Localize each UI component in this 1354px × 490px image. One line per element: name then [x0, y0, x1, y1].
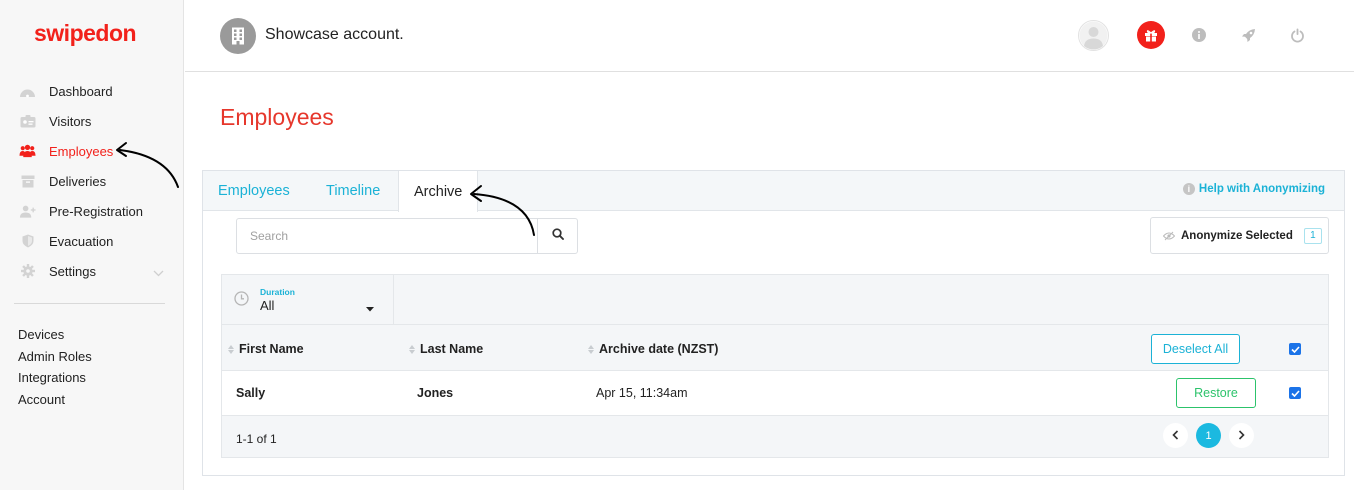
building-icon	[220, 18, 256, 54]
result-count: 1-1 of 1	[236, 432, 277, 446]
sort-icon	[228, 344, 234, 354]
sidebar-item-label: Settings	[49, 263, 96, 279]
employees-panel: Employees Timeline Archive i Help with A…	[202, 170, 1345, 476]
settings-icon	[19, 264, 36, 278]
cell-last-name: Jones	[417, 386, 454, 400]
sort-icon	[409, 344, 415, 354]
help-anonymizing-link[interactable]: i Help with Anonymizing	[1182, 183, 1325, 195]
deliveries-icon	[19, 174, 36, 188]
column-first-name-label: First Name	[239, 342, 304, 356]
sort-icon	[588, 344, 594, 354]
table-footer: 1-1 of 1 1	[222, 416, 1328, 457]
chevron-down-icon[interactable]	[153, 265, 164, 280]
caret-down-icon	[366, 299, 374, 317]
clock-icon	[234, 291, 249, 311]
column-first-name[interactable]: First Name	[228, 342, 304, 356]
tab-archive[interactable]: Archive	[398, 171, 479, 212]
sidebar-divider	[14, 303, 165, 304]
anonymize-selected-button[interactable]: Anonymize Selected 1	[1150, 217, 1329, 254]
pre-registration-icon	[19, 204, 36, 218]
page-title: Employees	[220, 104, 334, 130]
search-input[interactable]	[236, 218, 538, 254]
sidebar-item-pre-registration[interactable]: Pre-Registration	[0, 196, 184, 226]
row-checkbox[interactable]	[1289, 387, 1301, 399]
visitors-icon	[19, 114, 36, 128]
column-last-name-label: Last Name	[420, 342, 484, 356]
tab-employees[interactable]: Employees	[218, 171, 290, 211]
restore-button[interactable]: Restore	[1176, 378, 1256, 408]
info-icon[interactable]	[1192, 28, 1206, 42]
swipedon-logo[interactable]: swipedon	[34, 20, 137, 47]
account-name[interactable]: Showcase account.	[265, 26, 404, 44]
sidebar-item-dashboard[interactable]: Dashboard	[0, 76, 184, 106]
sidebar-item-label: Pre-Registration	[49, 203, 143, 219]
employees-icon	[19, 144, 36, 158]
sidebar-item-visitors[interactable]: Visitors	[0, 106, 184, 136]
search-icon	[551, 227, 564, 245]
info-icon: i	[1182, 183, 1195, 195]
tab-timeline[interactable]: Timeline	[326, 171, 380, 211]
sidebar-item-admin-roles[interactable]: Admin Roles	[18, 346, 92, 368]
rocket-icon[interactable]	[1240, 27, 1256, 43]
next-page-button[interactable]	[1229, 423, 1254, 448]
table-header-row: First Name Last Name Archive date (NZST)…	[222, 324, 1328, 371]
page-button-current[interactable]: 1	[1196, 423, 1221, 448]
cell-archive-date: Apr 15, 11:34am	[596, 386, 688, 400]
sidebar-item-settings[interactable]: Settings	[0, 256, 184, 286]
column-last-name[interactable]: Last Name	[409, 342, 483, 356]
sidebar-item-label: Employees	[49, 143, 114, 159]
help-anonymizing-label: Help with Anonymizing	[1198, 183, 1325, 195]
eye-slash-icon	[1163, 231, 1175, 241]
column-archive-date[interactable]: Archive date (NZST)	[588, 342, 718, 356]
sidebar-item-deliveries[interactable]: Deliveries	[0, 166, 184, 196]
duration-filter-value: All	[260, 298, 275, 313]
anonymize-selected-label: Anonymize Selected	[1181, 229, 1293, 242]
sidebar: swipedon Dashboard Visitors Employees De…	[0, 0, 184, 490]
dashboard-icon	[19, 84, 36, 98]
deselect-all-button[interactable]: Deselect All	[1151, 334, 1240, 364]
sidebar-item-label: Evacuation	[49, 233, 114, 249]
chevron-right-icon	[1238, 427, 1245, 445]
top-header: Showcase account.	[185, 0, 1354, 72]
chevron-left-icon	[1172, 427, 1179, 445]
archive-table: Duration All First Name Last Name Archiv…	[221, 274, 1329, 458]
selected-count-badge: 1	[1303, 227, 1322, 244]
table-row: Sally Jones Apr 15, 11:34am Restore	[222, 371, 1328, 416]
column-archive-date-label: Archive date (NZST)	[599, 342, 719, 356]
evacuation-icon	[19, 234, 36, 248]
sidebar-item-label: Visitors	[49, 113, 92, 129]
sidebar-item-label: Dashboard	[49, 83, 113, 99]
sidebar-secondary-nav: Devices Admin Roles Integrations Account	[18, 324, 92, 410]
select-all-checkbox[interactable]	[1289, 343, 1301, 355]
avatar[interactable]	[1078, 20, 1109, 51]
duration-filter[interactable]: Duration All	[222, 275, 394, 324]
duration-filter-label: Duration	[260, 287, 295, 297]
sidebar-item-employees[interactable]: Employees	[0, 136, 184, 166]
gift-icon[interactable]	[1137, 21, 1165, 49]
sidebar-nav: Dashboard Visitors Employees Deliveries …	[0, 76, 184, 286]
sidebar-item-devices[interactable]: Devices	[18, 324, 92, 346]
tab-bar: Employees Timeline Archive i Help with A…	[203, 171, 1344, 212]
power-icon[interactable]	[1289, 27, 1305, 43]
sidebar-item-integrations[interactable]: Integrations	[18, 367, 92, 389]
prev-page-button[interactable]	[1163, 423, 1188, 448]
cell-first-name: Sally	[236, 386, 266, 400]
search-button[interactable]	[537, 218, 578, 254]
sidebar-item-evacuation[interactable]: Evacuation	[0, 226, 184, 256]
sidebar-item-account[interactable]: Account	[18, 389, 92, 411]
sidebar-item-label: Deliveries	[49, 173, 107, 189]
